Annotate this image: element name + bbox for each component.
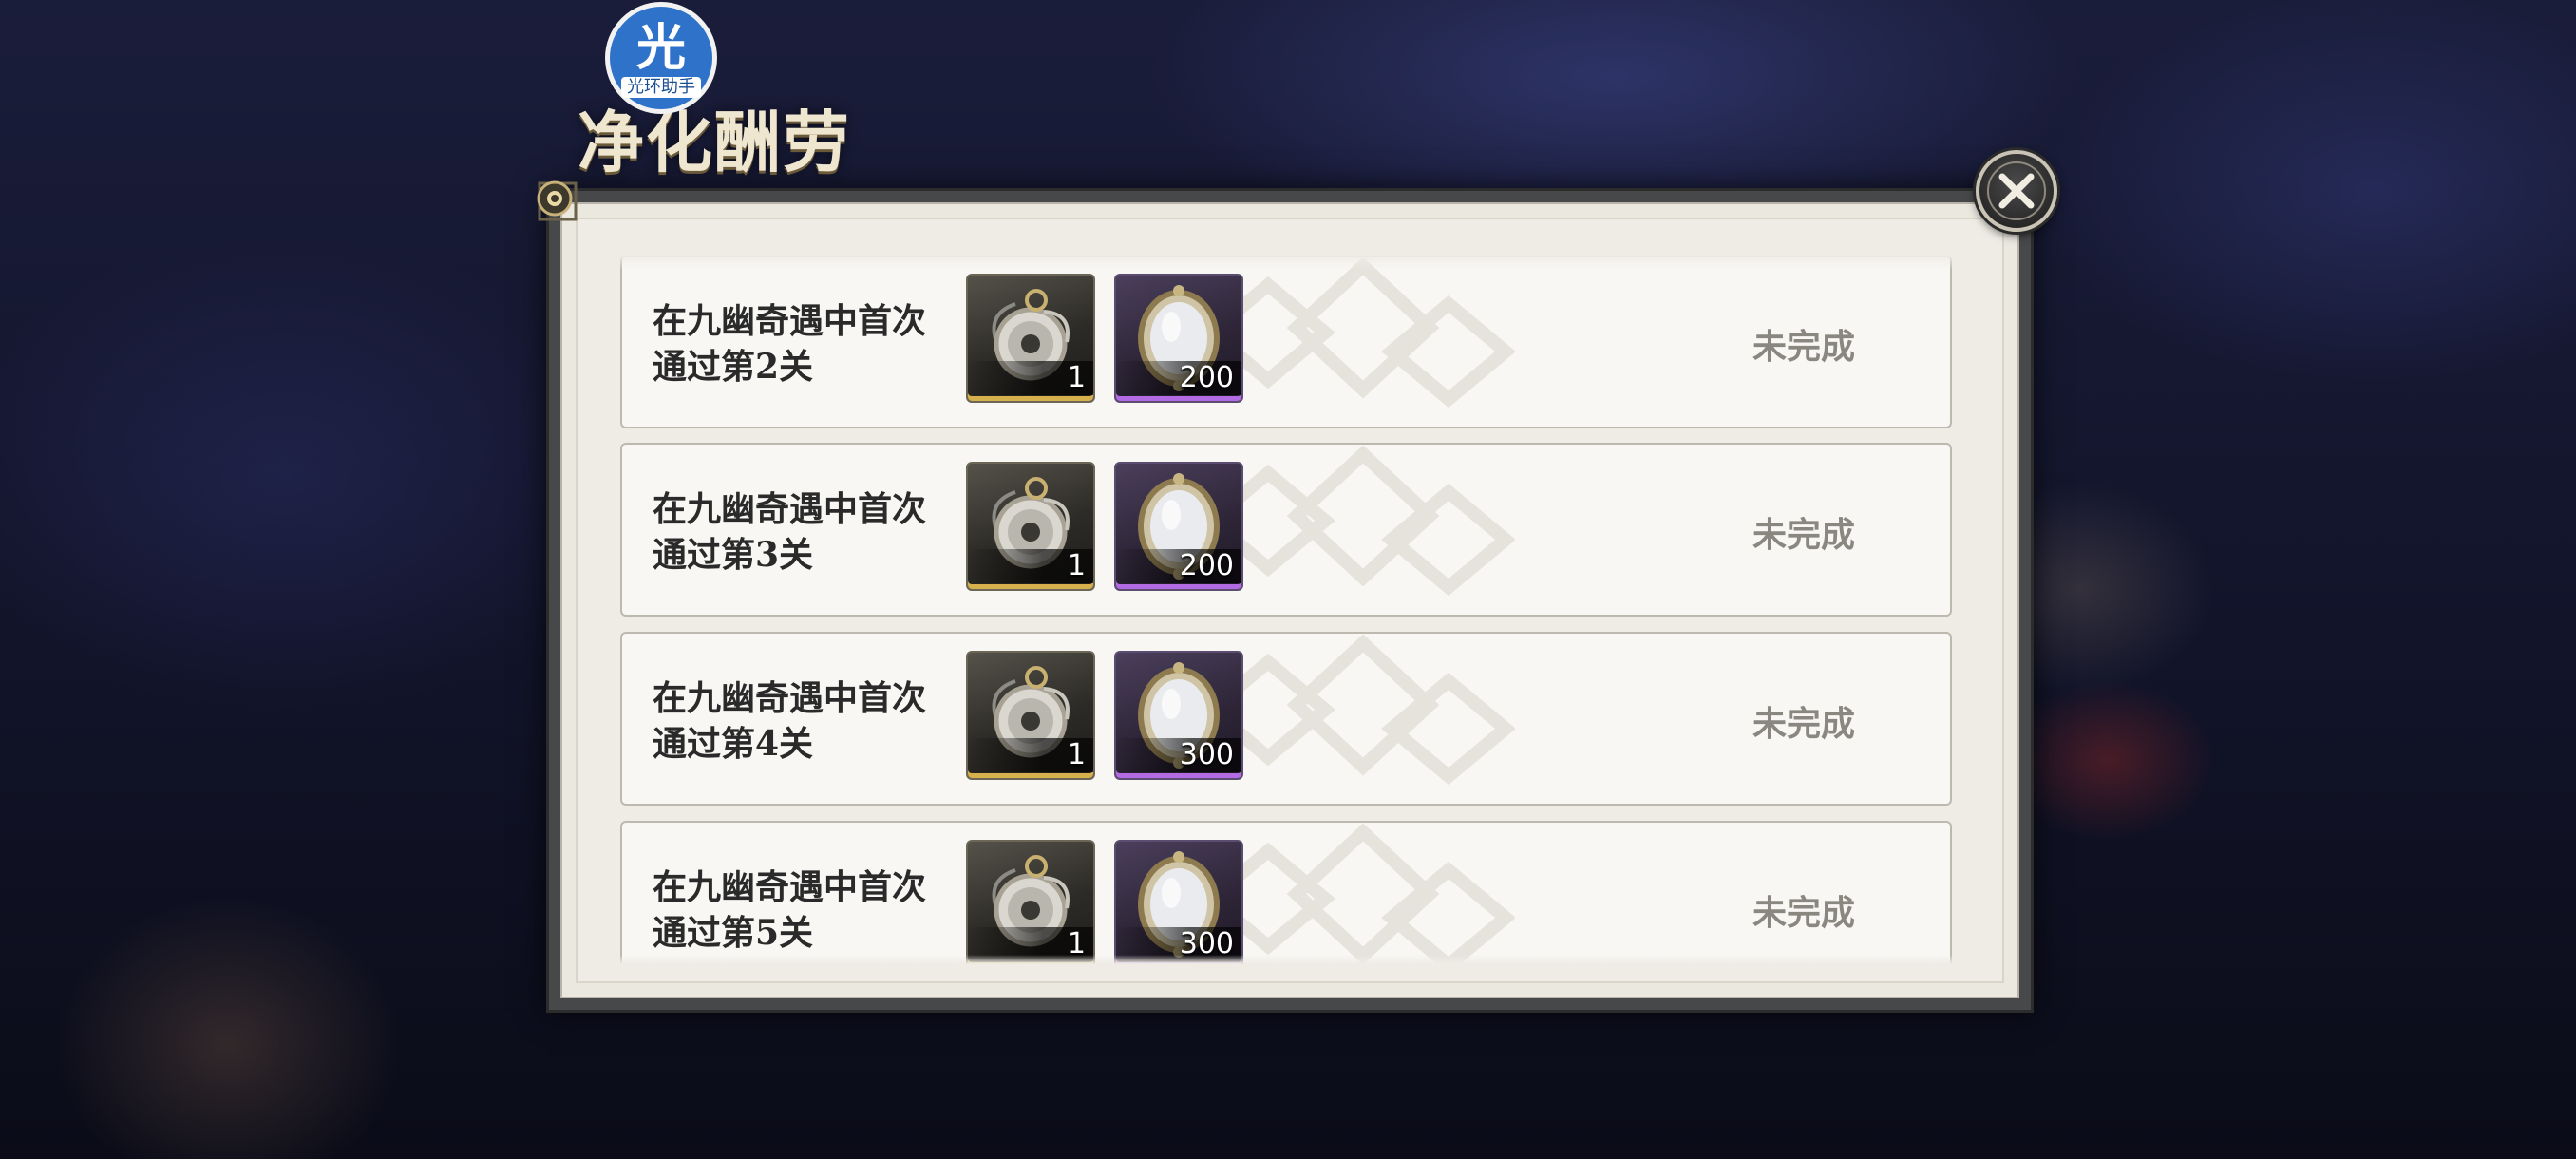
row-pattern [1211,445,1515,597]
app-logo: 光 光环助手 [605,2,717,114]
task-description: 在九幽奇遇中首次 通过第4关 [653,634,927,804]
task-description: 在九幽奇遇中首次 通过第5关 [653,823,926,964]
close-button[interactable] [1976,150,2057,232]
dialog-title: 净化酬劳 [578,103,851,181]
reward-quantity: 200 [1116,549,1241,583]
row-pattern [1211,634,1515,786]
task-list[interactable]: 在九幽奇遇中首次 通过第2关 1 200 未完成 在九幽奇遇中首次 通过第3关 … [620,255,1952,964]
task-desc-line1: 在九幽奇遇中首次 [653,488,927,529]
reward-item-mirror[interactable]: 200 [1114,274,1243,403]
task-desc-line1: 在九幽奇遇中首次 [653,866,927,907]
reward-item-pocket-watch[interactable]: 1 [966,274,1095,403]
game-screen: 光 光环助手 净化酬劳 在九幽奇遇中首次 通过第2关 1 200 未完成 在九幽… [0,0,2576,1159]
task-status: 未完成 [1752,892,1856,933]
list-fade-bottom [620,955,1952,964]
reward-item-mirror[interactable]: 200 [1114,462,1243,591]
task-description: 在九幽奇遇中首次 通过第3关 [653,445,927,615]
row-pattern [1211,823,1515,964]
reward-item-pocket-watch[interactable]: 1 [966,651,1095,780]
task-desc-line2: 通过第5关 [653,912,814,953]
task-status: 未完成 [1752,703,1856,744]
task-status: 未完成 [1752,326,1856,367]
logo-label: 光环助手 [621,77,701,98]
task-desc-line2: 通过第3关 [653,534,814,575]
reward-item-pocket-watch[interactable]: 1 [966,840,1095,964]
logo-glyph: 光 [635,20,686,77]
list-fade-top [620,255,1952,270]
task-description: 在九幽奇遇中首次 通过第2关 [653,256,927,427]
task-row: 在九幽奇遇中首次 通过第3关 1 200 未完成 [620,443,1952,617]
task-row: 在九幽奇遇中首次 通过第5关 1 300 未完成 [620,821,1952,964]
task-desc-line2: 通过第4关 [653,723,814,764]
reward-quantity: 1 [968,738,1093,772]
row-pattern [1211,256,1515,408]
corner-ornament-icon [537,180,578,221]
task-row: 在九幽奇遇中首次 通过第2关 1 200 未完成 [620,255,1952,428]
task-row: 在九幽奇遇中首次 通过第4关 1 300 未完成 [620,632,1952,806]
task-desc-line2: 通过第2关 [653,346,814,387]
reward-quantity: 1 [968,549,1093,583]
reward-quantity: 200 [1116,361,1241,395]
task-desc-line1: 在九幽奇遇中首次 [653,677,927,718]
task-desc-line1: 在九幽奇遇中首次 [653,300,927,341]
reward-quantity: 1 [968,361,1093,395]
reward-item-pocket-watch[interactable]: 1 [966,462,1095,591]
close-icon [1987,162,2046,220]
task-status: 未完成 [1752,514,1856,555]
reward-item-mirror[interactable]: 300 [1114,840,1243,964]
reward-quantity: 300 [1116,738,1241,772]
reward-item-mirror[interactable]: 300 [1114,651,1243,780]
